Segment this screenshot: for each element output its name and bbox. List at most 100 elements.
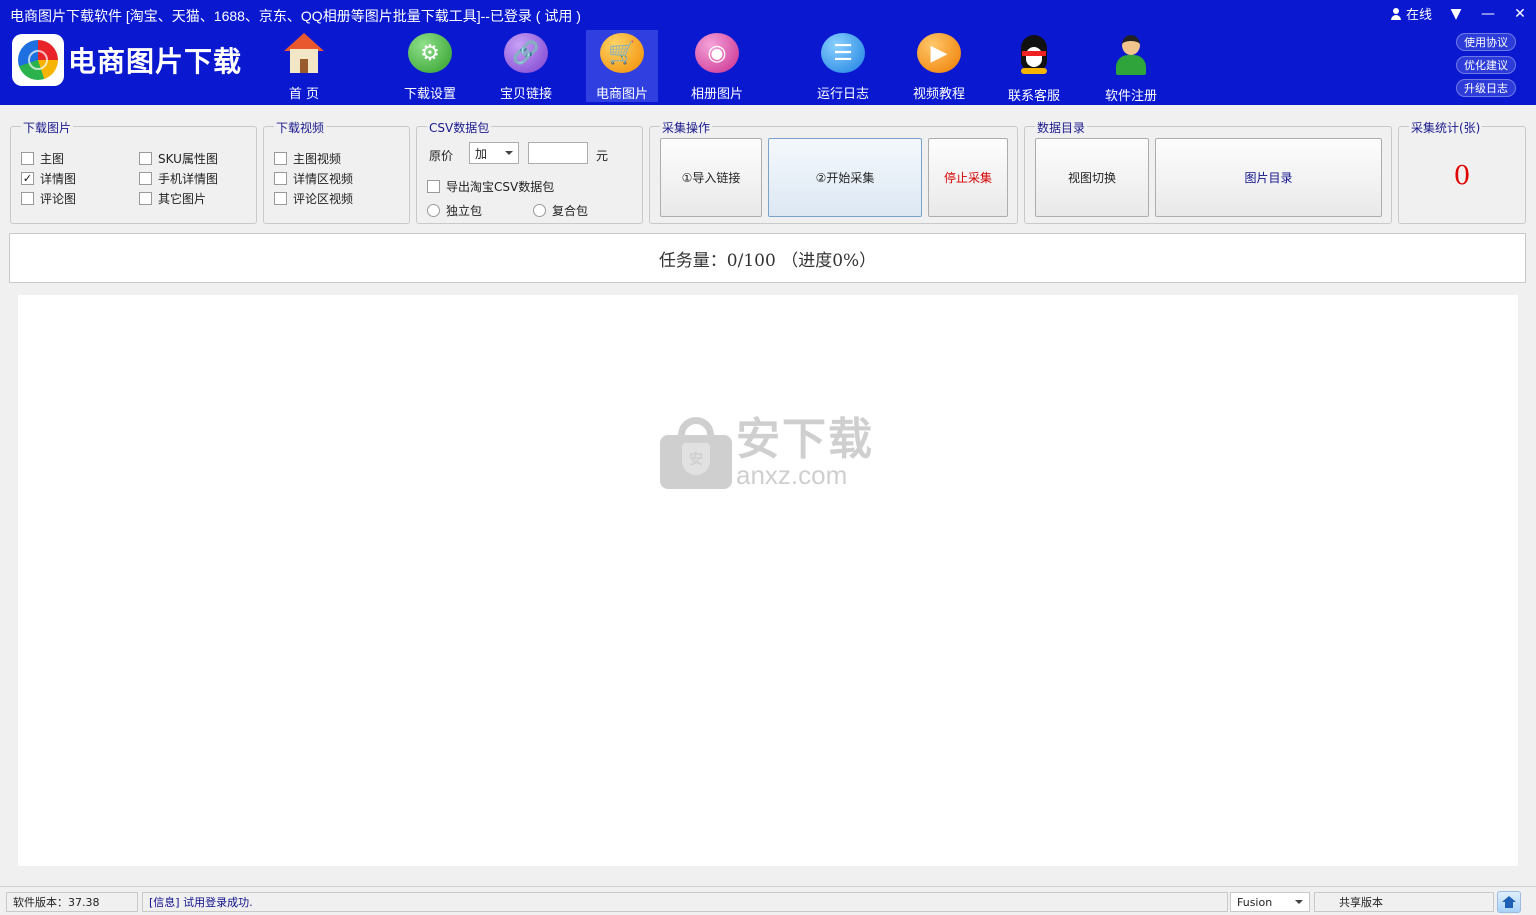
status-bar: 软件版本：37.38 [信息] 试用登录成功. Fusion 共享版本 (0, 886, 1536, 915)
toolbar-ecommerce-images-label: 电商图片 (595, 87, 648, 102)
home-icon (282, 33, 326, 73)
combined-package-radio[interactable]: 复合包 (533, 202, 588, 219)
toolbar-item-links[interactable]: 🔗 宝贝链接 (490, 30, 562, 102)
main-panel: 下载图片 主图 SKU属性图 ✓ 详情图 手机详情图 评论图 其它图片 下载视频… (0, 105, 1536, 886)
toolbar-run-log[interactable]: ☰ 运行日志 (807, 30, 879, 102)
software-version: 软件版本：37.38 (6, 892, 138, 912)
data-directory-title: 数据目录 (1035, 119, 1088, 136)
chevron-down-icon (1295, 900, 1303, 904)
download-images-group: 下载图片 主图 SKU属性图 ✓ 详情图 手机详情图 评论图 其它图片 (10, 119, 257, 224)
watermark-en: anxz.com (736, 460, 848, 490)
theme-select[interactable]: Fusion (1230, 892, 1310, 912)
checkbox-label: 手机详情图 (158, 172, 219, 186)
price-operation-select[interactable]: 加 (469, 142, 519, 164)
collect-stats-group: 采集统计(张) 0 (1398, 119, 1526, 224)
collapse-button[interactable]: ▼ (1448, 6, 1464, 22)
watermark-bag-icon: 安 (660, 417, 732, 489)
title-toolbar-area: 电商图片下载软件 [淘宝、天猫、1688、京东、QQ相册等图片批量下载工具]--… (0, 0, 1536, 105)
globe-icon (18, 40, 58, 80)
edition-label: 共享版本 (1314, 892, 1494, 912)
stop-collect-button[interactable]: 停止采集 (928, 138, 1008, 217)
collected-count: 0 (1453, 161, 1471, 191)
toolbar-contact-support-label: 联系客服 (1007, 89, 1060, 104)
toolbar-video-tutorial[interactable]: ▶ 视频教程 (903, 30, 975, 102)
chevron-down-icon (505, 151, 513, 155)
review-video-checkbox[interactable]: 评论区视频 (274, 190, 353, 207)
theme-value: Fusion (1237, 895, 1273, 909)
checkbox-box (139, 192, 152, 205)
currency-unit-label: 元 (596, 149, 609, 163)
radio-label: 独立包 (446, 204, 483, 218)
watermark: 安 安下载 anxz.com (660, 417, 874, 489)
csv-title: CSV数据包 (427, 119, 492, 136)
watermark-shield-char: 安 (682, 443, 710, 475)
agreement-button[interactable]: 使用协议 (1456, 33, 1516, 51)
collect-actions-group: 采集操作 ①导入链接 ②开始采集 停止采集 (649, 119, 1018, 224)
user-register-icon (1109, 33, 1153, 75)
home-button[interactable] (1497, 891, 1521, 913)
album-icon: ◉ (695, 33, 739, 73)
detail-video-checkbox[interactable]: 详情区视频 (274, 170, 353, 187)
checkbox-label: 详情区视频 (293, 172, 354, 186)
suggestion-button[interactable]: 优化建议 (1456, 56, 1516, 74)
other-image-checkbox[interactable]: 其它图片 (139, 190, 206, 207)
image-display-area: 安 安下载 anxz.com (18, 295, 1518, 866)
toolbar-home[interactable]: 首 页 (268, 30, 340, 102)
side-buttons: 使用协议 优化建议 升级日志 (1456, 33, 1516, 97)
toolbar-item-links-label: 宝贝链接 (499, 87, 552, 102)
close-button[interactable]: ✕ (1512, 6, 1528, 22)
download-images-title: 下载图片 (21, 119, 74, 136)
collect-actions-title: 采集操作 (660, 119, 713, 136)
upgrade-log-button[interactable]: 升级日志 (1456, 79, 1516, 97)
logo-text: 电商图片下载 (68, 45, 243, 78)
import-links-button[interactable]: ①导入链接 (660, 138, 762, 217)
user-icon (1390, 7, 1402, 20)
log-icon: ☰ (821, 33, 865, 73)
watermark-text: 安下载 anxz.com (736, 418, 874, 490)
main-image-checkbox[interactable]: 主图 (21, 150, 64, 167)
detail-image-checkbox[interactable]: ✓ 详情图 (21, 170, 76, 187)
data-directory-group: 数据目录 视图切换 图片目录 (1024, 119, 1392, 224)
view-switch-button[interactable]: 视图切换 (1035, 138, 1149, 217)
toolbar-home-label: 首 页 (288, 87, 320, 102)
toolbar-software-register[interactable]: 软件注册 (1095, 30, 1167, 104)
toolbar-download-settings[interactable]: ⚙ 下载设置 (394, 30, 466, 102)
main-video-checkbox[interactable]: 主图视频 (274, 150, 341, 167)
logo-badge (12, 34, 64, 86)
price-operation-value: 加 (475, 146, 488, 161)
checkbox-label: 评论区视频 (293, 192, 354, 206)
checkbox-box (274, 192, 287, 205)
image-directory-button[interactable]: 图片目录 (1155, 138, 1382, 217)
checkbox-box (21, 192, 34, 205)
app-window: 电商图片下载软件 [淘宝、天猫、1688、京东、QQ相册等图片批量下载工具]--… (0, 0, 1536, 915)
minimize-button[interactable]: — (1480, 6, 1496, 22)
check-icon: ✓ (21, 172, 34, 185)
toolbar-run-log-label: 运行日志 (816, 87, 869, 102)
single-package-radio[interactable]: 独立包 (427, 202, 482, 219)
window-title: 电商图片下载软件 [淘宝、天猫、1688、京东、QQ相册等图片批量下载工具]--… (10, 8, 581, 24)
price-amount-input[interactable] (528, 142, 588, 164)
sku-image-checkbox[interactable]: SKU属性图 (139, 150, 218, 167)
toolbar-contact-support[interactable]: 联系客服 (998, 30, 1070, 104)
radio-circle (533, 204, 546, 217)
cart-icon: 🛒 (600, 33, 644, 73)
checkbox-box (274, 152, 287, 165)
review-image-checkbox[interactable]: 评论图 (21, 190, 76, 207)
task-progress-text: 任务量：0/100 （进度0%） (658, 250, 877, 271)
home-icon (1502, 896, 1516, 908)
toolbar-ecommerce-images[interactable]: 🛒 电商图片 (586, 30, 658, 102)
original-price-label: 原价 (429, 149, 454, 163)
link-icon: 🔗 (504, 33, 548, 73)
qq-icon (1012, 33, 1056, 75)
checkbox-box (139, 152, 152, 165)
play-icon: ▶ (917, 33, 961, 73)
toolbar-video-tutorial-label: 视频教程 (912, 87, 965, 102)
download-video-group: 下载视频 主图视频 详情区视频 评论区视频 (263, 119, 410, 224)
online-status[interactable]: 在线 (1390, 4, 1432, 23)
mobile-detail-image-checkbox[interactable]: 手机详情图 (139, 170, 218, 187)
export-taobao-csv-checkbox[interactable]: 导出淘宝CSV数据包 (427, 178, 554, 195)
toolbar-album-images[interactable]: ◉ 相册图片 (681, 30, 753, 102)
start-collect-button[interactable]: ②开始采集 (768, 138, 922, 217)
radio-circle (427, 204, 440, 217)
toolbar-album-images-label: 相册图片 (690, 87, 743, 102)
